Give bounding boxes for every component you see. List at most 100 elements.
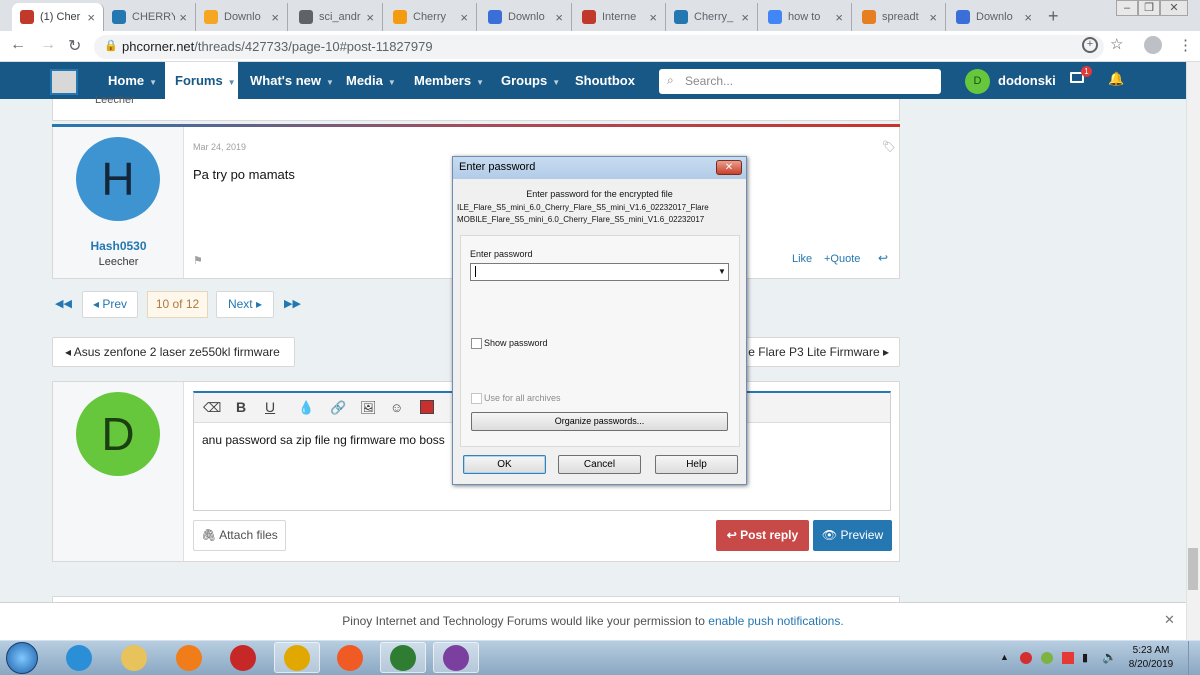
media-icon[interactable]: [420, 400, 434, 414]
close-tab-icon[interactable]: ×: [649, 10, 657, 25]
like-button[interactable]: Like: [792, 253, 812, 265]
password-dropdown-icon[interactable]: ▼: [718, 267, 726, 276]
minimize-window-button[interactable]: –: [1116, 0, 1138, 16]
browser-tab[interactable]: Cherry_ ×: [666, 3, 758, 31]
clock-time[interactable]: 5:23 AM: [1125, 645, 1177, 656]
browser-tab[interactable]: how to ×: [760, 3, 852, 31]
prev-page-button[interactable]: ◂ Prev: [82, 291, 138, 318]
help-button[interactable]: Help: [655, 455, 738, 474]
volume-icon[interactable]: 🔈: [1102, 650, 1117, 664]
nav-item[interactable]: Shoutbox: [565, 62, 645, 99]
phcorner-logo[interactable]: [50, 69, 78, 95]
underline-icon[interactable]: U: [265, 399, 275, 415]
tray-expand-icon[interactable]: ▲: [1000, 652, 1009, 662]
new-tab-button[interactable]: +: [1048, 6, 1059, 27]
close-notification-icon[interactable]: ✕: [1164, 612, 1175, 628]
preview-button[interactable]: 👁 Preview: [813, 520, 892, 551]
clock-date[interactable]: 8/20/2019: [1125, 659, 1177, 670]
browser-tab[interactable]: (1) Cher ×: [12, 3, 104, 31]
last-page-icon[interactable]: ▶▶: [284, 297, 301, 310]
close-tab-icon[interactable]: ×: [366, 10, 374, 25]
browser-tab[interactable]: Cherry ×: [385, 3, 477, 31]
password-input[interactable]: [470, 263, 729, 281]
tray-stop-icon[interactable]: [1020, 652, 1032, 664]
use-all-archives-checkbox[interactable]: [471, 393, 482, 404]
prev-thread-button[interactable]: ◂ Asus zenfone 2 laser ze550kl firmware: [52, 337, 295, 367]
show-password-checkbox[interactable]: [471, 338, 482, 349]
report-flag-icon[interactable]: ⚑: [193, 254, 203, 267]
add-icon[interactable]: +: [1082, 37, 1098, 53]
first-page-icon[interactable]: ◀◀: [55, 297, 72, 310]
media-player-icon[interactable]: [166, 642, 212, 673]
next-page-button[interactable]: Next ▸: [216, 291, 274, 318]
tray-app-icon[interactable]: [1041, 652, 1053, 664]
browser-tab[interactable]: Downlo ×: [948, 3, 1040, 31]
browser-tab[interactable]: Downlo ×: [480, 3, 572, 31]
close-window-button[interactable]: ✕: [1160, 0, 1188, 16]
scrollbar-thumb[interactable]: [1188, 548, 1198, 590]
browser-tab[interactable]: CHERRY ×: [104, 3, 196, 31]
close-tab-icon[interactable]: ×: [835, 10, 843, 25]
enable-push-link[interactable]: enable push notifications.: [708, 614, 843, 628]
eraser-icon[interactable]: ⌫: [203, 400, 221, 416]
close-tab-icon[interactable]: ×: [460, 10, 468, 25]
bookmark-icon[interactable]: 🏷: [882, 140, 896, 153]
browser-tab[interactable]: Interne ×: [574, 3, 666, 31]
browser-tab[interactable]: spreadt ×: [854, 3, 946, 31]
reply-icon[interactable]: ↩: [878, 251, 888, 265]
browser-tab[interactable]: sci_andr ×: [291, 3, 383, 31]
next-thread-button[interactable]: e Flare P3 Lite Firmware ▸: [720, 337, 900, 367]
address-bar[interactable]: 🔒 phcorner.net/threads/427733/page-10#po…: [94, 35, 1104, 59]
close-tab-icon[interactable]: ×: [929, 10, 937, 25]
user-avatar[interactable]: D: [965, 69, 990, 94]
dialog-close-button[interactable]: ✕: [716, 160, 742, 175]
idm-icon[interactable]: [380, 642, 426, 673]
close-tab-icon[interactable]: ×: [87, 10, 95, 25]
emoji-icon[interactable]: ☺: [390, 400, 403, 415]
chrome-menu-icon[interactable]: ⋮: [1178, 36, 1193, 54]
alerts-bell-icon[interactable]: 🔔: [1108, 71, 1124, 87]
link-icon[interactable]: 🔗: [330, 400, 346, 416]
organize-passwords-button[interactable]: Organize passwords...: [471, 412, 728, 431]
forward-icon[interactable]: →: [40, 36, 56, 54]
explorer-icon[interactable]: [111, 642, 157, 673]
close-tab-icon[interactable]: ×: [179, 10, 187, 25]
network-icon[interactable]: ▮: [1082, 651, 1088, 664]
post-date[interactable]: Mar 24, 2019: [193, 142, 246, 152]
close-tab-icon[interactable]: ×: [555, 10, 563, 25]
username[interactable]: dodonski: [998, 73, 1056, 88]
bookmark-star-icon[interactable]: ☆: [1110, 35, 1123, 53]
cancel-button[interactable]: Cancel: [558, 455, 641, 474]
restore-window-button[interactable]: ❐: [1138, 0, 1160, 16]
nav-item[interactable]: What's new ▼: [240, 62, 344, 99]
image-icon[interactable]: 🖼: [360, 400, 377, 416]
garena-icon[interactable]: [220, 642, 266, 673]
ok-button[interactable]: OK: [463, 455, 546, 474]
author-name[interactable]: Hash0530: [53, 239, 184, 253]
close-tab-icon[interactable]: ×: [1024, 10, 1032, 25]
chrome-icon[interactable]: [274, 642, 320, 673]
back-icon[interactable]: ←: [10, 36, 26, 54]
search-input[interactable]: ⌕ Search...: [659, 69, 941, 94]
close-tab-icon[interactable]: ×: [741, 10, 749, 25]
post-reply-button[interactable]: ↩ Post reply: [716, 520, 809, 551]
brave-icon[interactable]: [327, 642, 373, 673]
start-orb-icon[interactable]: [6, 642, 38, 674]
profile-avatar[interactable]: [1144, 36, 1162, 54]
reply-draft-text[interactable]: anu password sa zip file ng firmware mo …: [202, 433, 445, 447]
browser-tab[interactable]: Downlo ×: [196, 3, 288, 31]
author-avatar[interactable]: H: [76, 137, 160, 221]
nav-item[interactable]: Groups ▼: [491, 62, 570, 99]
attach-files-button[interactable]: 🖇 Attach files: [193, 520, 286, 551]
nav-item[interactable]: Members ▼: [404, 62, 494, 99]
reload-icon[interactable]: ↻: [68, 36, 81, 56]
color-drop-icon[interactable]: 💧: [298, 400, 314, 416]
tray-flag-icon[interactable]: [1062, 652, 1074, 664]
close-tab-icon[interactable]: ×: [271, 10, 279, 25]
quote-button[interactable]: +Quote: [824, 253, 860, 265]
nav-item[interactable]: Media ▼: [336, 62, 406, 99]
show-desktop-button[interactable]: [1188, 641, 1200, 675]
nav-item[interactable]: Forums ▼: [165, 62, 238, 99]
ie-icon[interactable]: [56, 642, 102, 673]
winrar-icon[interactable]: [433, 642, 479, 673]
